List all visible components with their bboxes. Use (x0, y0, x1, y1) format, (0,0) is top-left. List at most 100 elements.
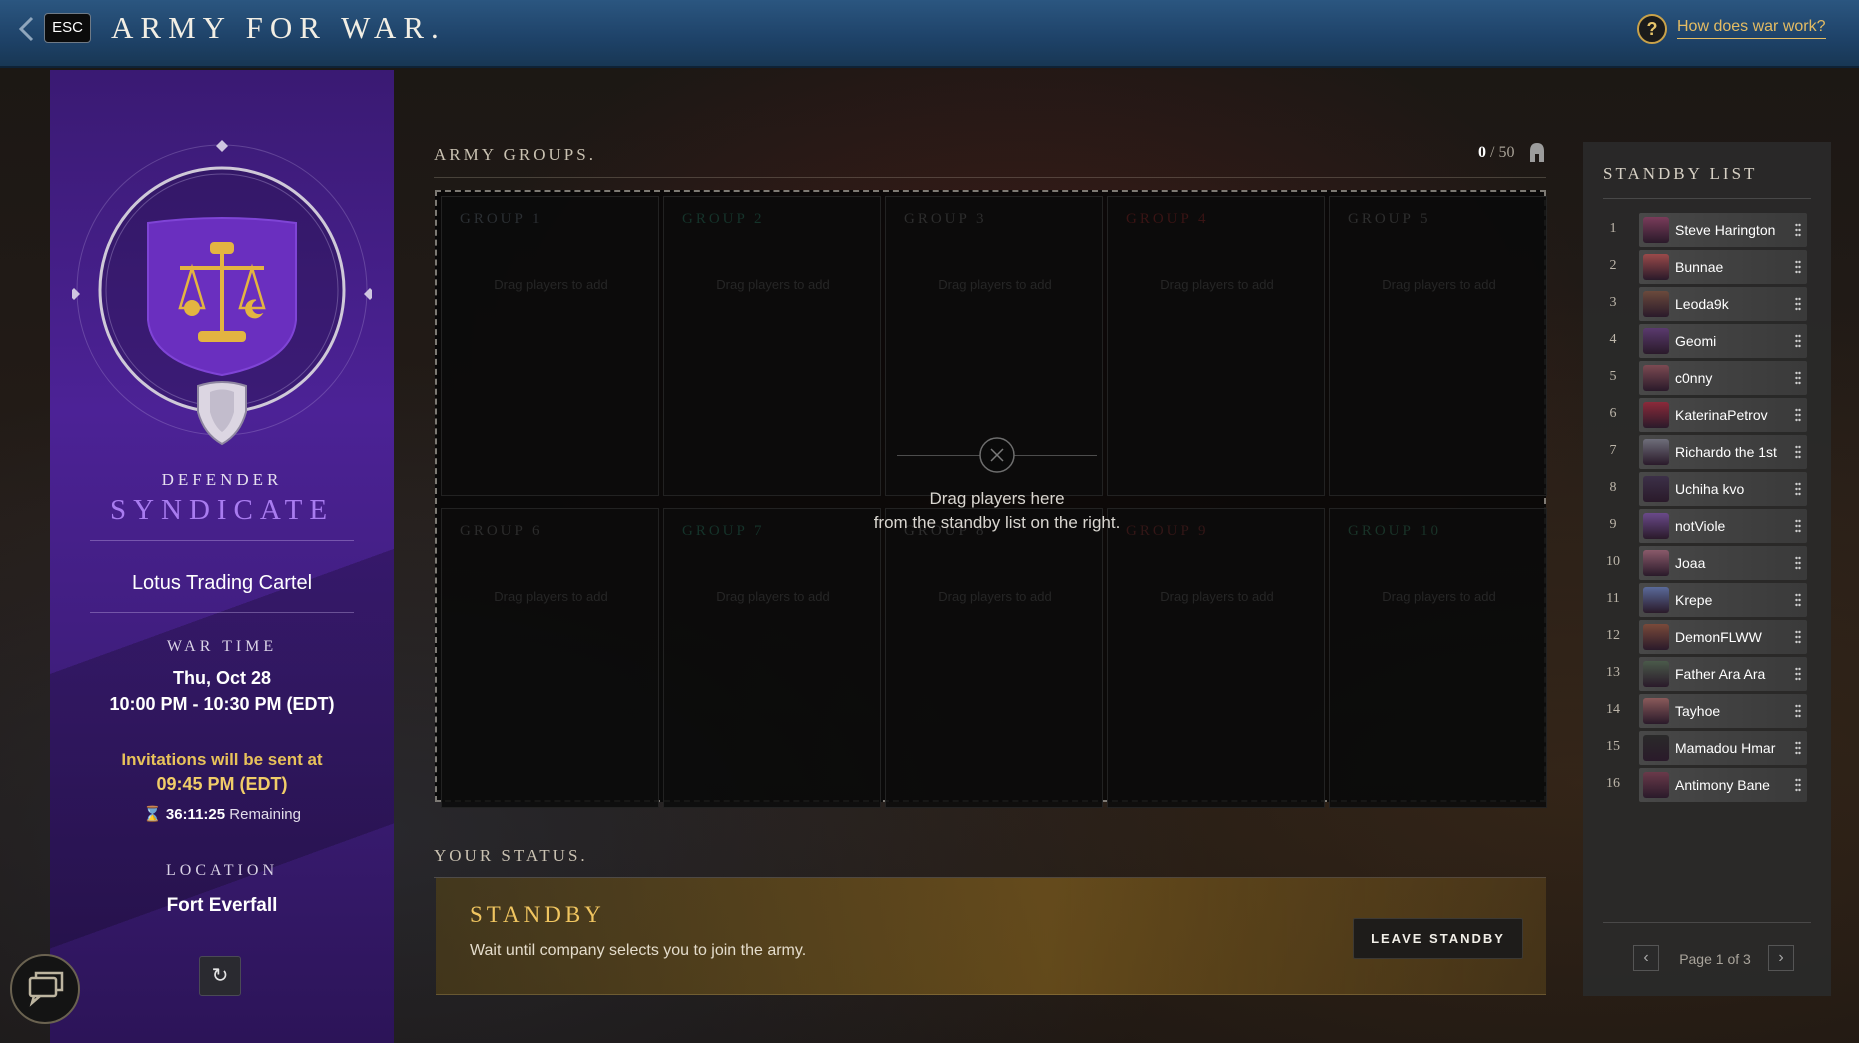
drag-handle-icon[interactable] (1795, 556, 1801, 570)
top-bar: ESC ARMY FOR WAR. ? How does war work? (0, 0, 1859, 68)
standby-rank: 3 (1609, 295, 1617, 310)
army-group-slot[interactable]: GROUP 1 Drag players to add (441, 196, 659, 496)
leave-standby-button[interactable]: LEAVE STANDBY (1353, 918, 1523, 959)
standby-row: 14 Tayhoe (1583, 694, 1831, 728)
avatar (1643, 587, 1669, 613)
player-name: DemonFLWW (1675, 629, 1762, 645)
drag-handle-icon[interactable] (1795, 408, 1801, 422)
chat-button[interactable] (10, 954, 80, 1024)
drag-handle-icon[interactable] (1795, 260, 1801, 274)
avatar (1643, 439, 1669, 465)
drag-handle-icon[interactable] (1795, 223, 1801, 237)
player-name: Bunnae (1675, 259, 1724, 275)
back-chevron-icon[interactable] (16, 14, 38, 44)
army-group-label: GROUP 4 (1126, 211, 1209, 227)
army-group-label: GROUP 1 (460, 211, 543, 227)
drag-handle-icon[interactable] (1795, 445, 1801, 459)
player-name: Richardo the 1st (1675, 444, 1777, 460)
faction-panel: DEFENDER SYNDICATE Lotus Trading Cartel … (50, 70, 394, 1043)
standby-row: 4 Geomi (1583, 324, 1831, 358)
avatar (1643, 550, 1669, 576)
drag-handle-icon[interactable] (1795, 519, 1801, 533)
drag-handle-icon[interactable] (1795, 778, 1801, 792)
avatar (1643, 624, 1669, 650)
standby-player-card[interactable]: Geomi (1639, 324, 1807, 358)
divider (1603, 198, 1811, 199)
player-name: Geomi (1675, 333, 1717, 349)
standby-player-card[interactable]: Bunnae (1639, 250, 1807, 284)
drag-handle-icon[interactable] (1795, 704, 1801, 718)
helmet-icon (1530, 143, 1544, 162)
drop-hint-line2: from the standby list on the right. (873, 513, 1121, 532)
player-name: Mamadou Hmar (1675, 740, 1776, 756)
drag-handle-icon[interactable] (1795, 297, 1801, 311)
army-group-hint: Drag players to add (716, 277, 830, 292)
prev-page-button[interactable]: ‹ (1633, 945, 1659, 971)
army-group-hint: Drag players to add (716, 589, 830, 604)
standby-rank: 1 (1609, 221, 1617, 236)
divider (434, 177, 1546, 178)
army-group-label: GROUP 2 (682, 211, 765, 227)
standby-player-card[interactable]: Father Ara Ara (1639, 657, 1807, 691)
help-link[interactable]: How does war work? (1677, 18, 1826, 39)
esc-button[interactable]: ESC (44, 13, 91, 43)
faction-role: DEFENDER (161, 470, 283, 489)
army-group-slot[interactable]: GROUP 5 Drag players to add (1329, 196, 1547, 496)
drag-handle-icon[interactable] (1795, 482, 1801, 496)
standby-player-card[interactable]: KaterinaPetrov (1639, 398, 1807, 432)
army-group-label: GROUP 7 (682, 523, 765, 539)
standby-rank: 5 (1609, 369, 1617, 384)
standby-player-card[interactable]: Antimony Bane (1639, 768, 1807, 802)
army-group-slot[interactable]: GROUP 10 Drag players to add (1329, 508, 1547, 808)
standby-player-card[interactable]: Richardo the 1st (1639, 435, 1807, 469)
refresh-icon[interactable]: ↻ (199, 956, 241, 996)
faction-emblem (72, 140, 372, 446)
help-icon[interactable]: ? (1637, 14, 1667, 44)
standby-player-card[interactable]: Uchiha kvo (1639, 472, 1807, 506)
next-page-button[interactable]: › (1768, 945, 1794, 971)
drag-handle-icon[interactable] (1795, 334, 1801, 348)
standby-rank: 11 (1606, 591, 1620, 606)
location-value: Fort Everfall (166, 895, 278, 916)
divider (1603, 922, 1811, 923)
drag-handle-icon[interactable] (1795, 667, 1801, 681)
standby-player-card[interactable]: c0nny (1639, 361, 1807, 395)
avatar (1643, 291, 1669, 317)
chat-icon (28, 971, 64, 1007)
standby-player-card[interactable]: Leoda9k (1639, 287, 1807, 321)
avatar (1643, 661, 1669, 687)
army-group-hint: Drag players to add (1382, 589, 1496, 604)
drag-handle-icon[interactable] (1795, 371, 1801, 385)
standby-player-card[interactable]: Steve Harington (1639, 213, 1807, 247)
drop-hint-line1: Drag players here (929, 489, 1065, 508)
army-group-slot[interactable]: GROUP 6 Drag players to add (441, 508, 659, 808)
standby-player-card[interactable]: DemonFLWW (1639, 620, 1807, 654)
drag-handle-icon[interactable] (1795, 593, 1801, 607)
standby-player-card[interactable]: notViole (1639, 509, 1807, 543)
player-name: Tayhoe (1675, 703, 1721, 719)
avatar (1643, 698, 1669, 724)
standby-row: 10 Joaa (1583, 546, 1831, 580)
player-name: Father Ara Ara (1675, 666, 1766, 682)
invitation-notice: Invitations will be sent at (121, 750, 323, 769)
drag-handle-icon[interactable] (1795, 630, 1801, 644)
countdown: ⌛ 36:11:25 Remaining (50, 805, 394, 823)
status-state: STANDBY (470, 902, 605, 927)
standby-rank: 7 (1609, 443, 1617, 458)
army-group-hint: Drag players to add (938, 589, 1052, 604)
standby-title: STANDBY LIST (1603, 164, 1758, 183)
army-group-label: GROUP 10 (1348, 523, 1442, 539)
standby-rank: 2 (1609, 258, 1617, 273)
standby-player-card[interactable]: Mamadou Hmar (1639, 731, 1807, 765)
standby-player-card[interactable]: Tayhoe (1639, 694, 1807, 728)
avatar (1643, 328, 1669, 354)
status-card: STANDBY Wait until company selects you t… (436, 878, 1546, 995)
army-groups-title: ARMY GROUPS. (434, 145, 596, 164)
army-groups-dropzone[interactable]: GROUP 1 Drag players to add GROUP 2 Drag pl… (435, 190, 1547, 808)
standby-player-card[interactable]: Krepe (1639, 583, 1807, 617)
drag-handle-icon[interactable] (1795, 741, 1801, 755)
avatar (1643, 254, 1669, 280)
standby-row: 11 Krepe (1583, 583, 1831, 617)
standby-player-card[interactable]: Joaa (1639, 546, 1807, 580)
army-group-hint: Drag players to add (1382, 277, 1496, 292)
